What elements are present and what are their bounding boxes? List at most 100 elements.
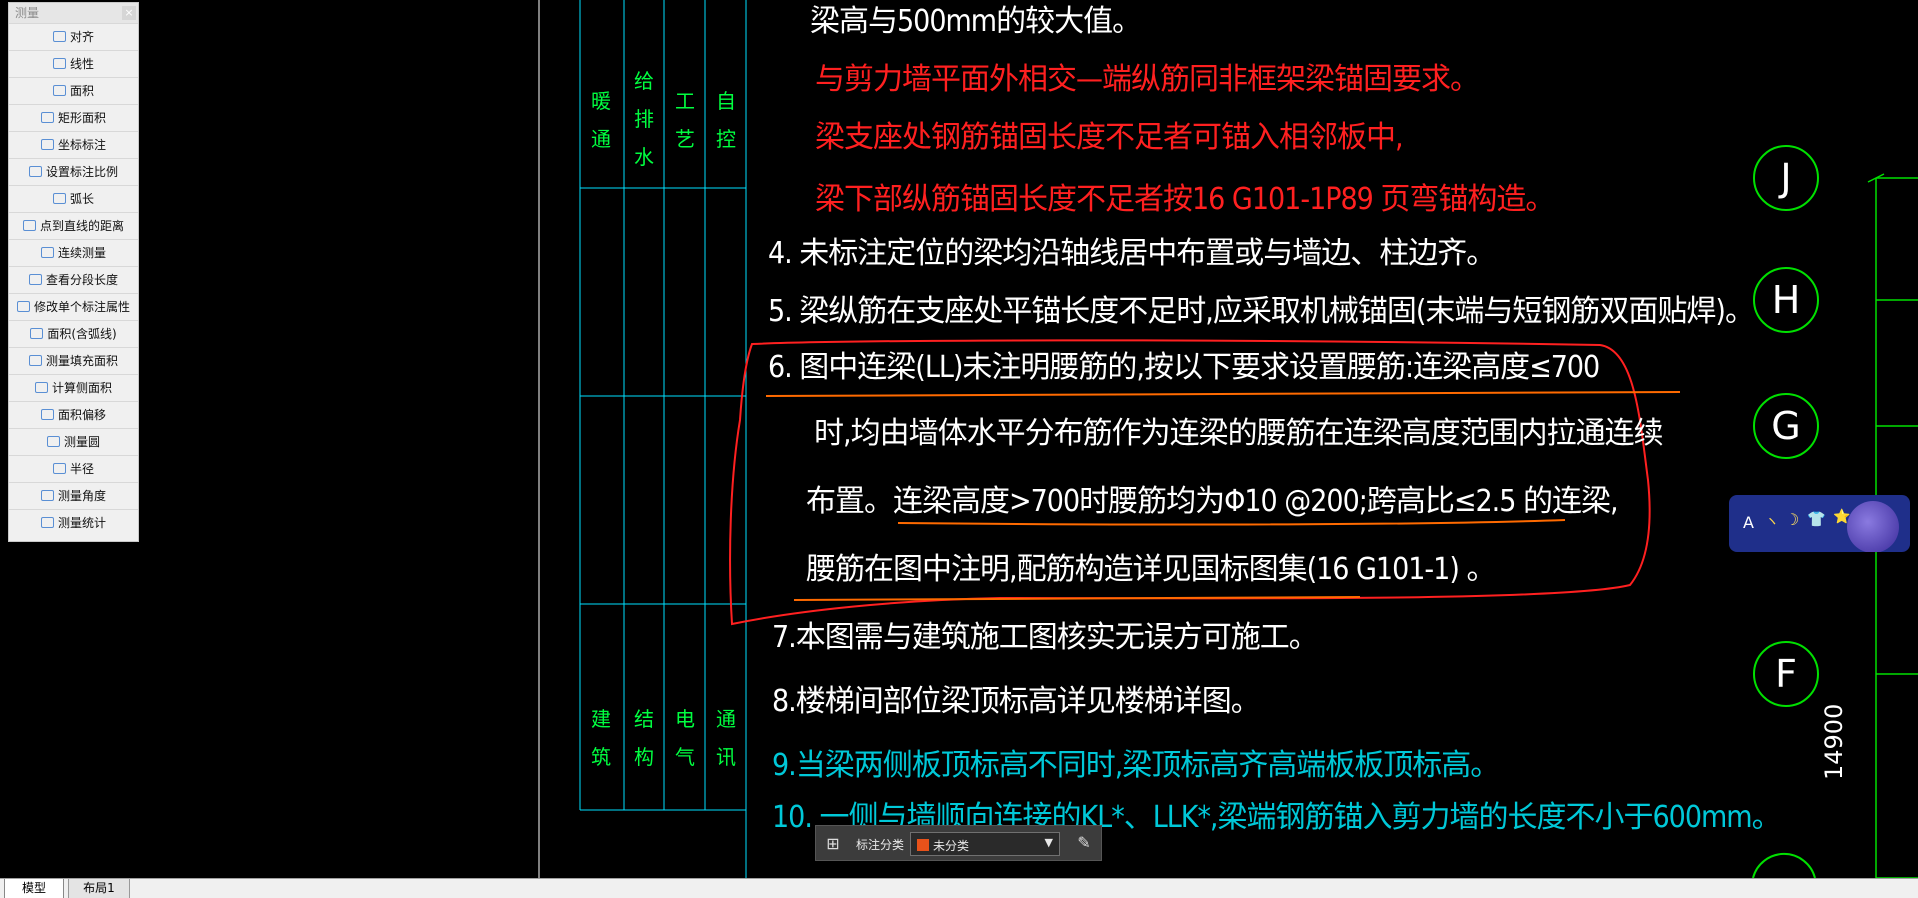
- character-avatar-icon: [1847, 501, 1899, 552]
- palette-item-label: 对齐: [69, 30, 94, 44]
- edit-icon[interactable]: ✎: [1075, 834, 1093, 852]
- palette-item[interactable]: 计算侧面积: [9, 374, 138, 401]
- continuous-measure-icon: [40, 247, 54, 258]
- palette-item[interactable]: 点到直线的距离: [9, 212, 138, 239]
- arc-area-icon: [30, 328, 44, 339]
- palette-item-label: 测量圆: [63, 435, 100, 449]
- palette-item-label: 面积: [69, 84, 94, 98]
- palette-item[interactable]: 面积: [9, 77, 138, 104]
- palette-item[interactable]: 线性: [9, 50, 138, 77]
- sig-hvac: 暖通: [591, 89, 611, 151]
- palette-item-label: 测量角度: [57, 489, 106, 503]
- note-line-10: 7.本图需与建筑施工图核实无误方可施工。: [772, 620, 1319, 655]
- segment-length-icon: [28, 274, 42, 285]
- palette-item-label: 点到直线的距离: [39, 219, 124, 233]
- side-area-icon: [34, 382, 48, 393]
- note-line-7: 时,均由墙体水平分布筋作为连梁的腰筋在连梁高度范围内拉通连续: [814, 416, 1664, 451]
- radius-icon: [52, 463, 66, 474]
- edit-dimension-icon: [16, 301, 30, 312]
- note-line-0: 梁高与500mm的较大值。: [810, 4, 1142, 39]
- linear-dimension-icon: [52, 58, 66, 69]
- palette-item[interactable]: 设置标注比例: [9, 158, 138, 185]
- palette-item[interactable]: 连续测量: [9, 239, 138, 266]
- palette-item-label: 设置标注比例: [45, 165, 118, 179]
- grid-bubble-j: J: [1753, 145, 1819, 211]
- palette-item[interactable]: 对齐: [9, 23, 138, 50]
- widget-letter-a: A: [1743, 513, 1754, 532]
- sig-electrical: 电气: [675, 707, 695, 769]
- layout-tab-bar: 模型 布局1: [0, 878, 1918, 898]
- palette-item[interactable]: 弧长: [9, 185, 138, 212]
- scale-icon: [28, 166, 42, 177]
- align-dimension-icon: [52, 31, 66, 42]
- shirt-icon: 👕: [1807, 510, 1826, 528]
- drawing-canvas[interactable]: 暖通 给排水 工艺 自控 建筑 结构 电气 通讯 梁高与500mm的较大值。 与…: [0, 0, 1918, 878]
- sig-process: 工艺: [675, 89, 695, 151]
- note-line-1: 与剪力墙平面外相交—端纵筋同非框架梁锚固要求。: [815, 62, 1480, 97]
- measure-palette: 测量 × 对齐线性面积矩形面积坐标标注设置标注比例 弧长点到直线的距离 连续测量查看…: [8, 2, 139, 542]
- palette-item-label: 坐标标注: [57, 138, 106, 152]
- hatch-area-icon: [28, 355, 42, 366]
- category-selected-value: 未分类: [933, 839, 970, 853]
- coordinate-icon: [40, 139, 54, 150]
- note-line-2: 梁支座处钢筋锚固长度不足者可锚入相邻板中,: [815, 120, 1404, 155]
- annotation-category-bar: ⊞ 标注分类 未分类 ▼ ✎: [815, 825, 1102, 861]
- palette-item-label: 矩形面积: [57, 111, 106, 125]
- close-icon[interactable]: ×: [122, 6, 136, 20]
- floating-assistant-widget[interactable]: A ヽ ☽ 👕 ⭐: [1729, 495, 1910, 552]
- sig-plumbing: 给排水: [634, 69, 654, 169]
- palette-item[interactable]: 修改单个标注属性: [9, 293, 138, 320]
- note-line-5: 5. 梁纵筋在支座处平锚长度不足时,应采取机械锚固(末端与短钢筋双面贴焊)。: [768, 294, 1755, 329]
- palette-item[interactable]: 测量角度: [9, 482, 138, 509]
- note-line-3: 梁下部纵筋锚固长度不足者按16 G101-1P89 页弯锚构造。: [815, 182, 1555, 217]
- grid-bubble-g: G: [1753, 393, 1819, 459]
- grid-view-icon[interactable]: ⊞: [824, 835, 842, 853]
- palette-item[interactable]: 测量填充面积: [9, 347, 138, 374]
- note-line-8: 布置。连梁高度>700时腰筋均为Φ10 @200;跨高比≤2.5 的连梁,: [806, 484, 1619, 519]
- moon-icon: ☽: [1785, 510, 1800, 529]
- palette-item-label: 弧长: [69, 192, 94, 206]
- point-line-distance-icon: [22, 220, 36, 231]
- palette-item[interactable]: 矩形面积: [9, 104, 138, 131]
- palette-item[interactable]: 面积(含弧线): [9, 320, 138, 347]
- dimension-text: 14900: [1820, 703, 1848, 780]
- palette-item[interactable]: 测量圆: [9, 428, 138, 455]
- palette-item-label: 连续测量: [57, 246, 106, 260]
- annotation-category-select[interactable]: 未分类 ▼: [910, 832, 1060, 856]
- note-line-6: 6. 图中连梁(LL)未注明腰筋的,按以下要求设置腰筋:连梁高度≤700: [768, 350, 1600, 385]
- area-icon: [52, 85, 66, 96]
- sig-control: 自控: [716, 89, 736, 151]
- palette-item-label: 查看分段长度: [45, 273, 118, 287]
- rect-area-icon: [40, 112, 54, 123]
- palette-item[interactable]: 半径: [9, 455, 138, 482]
- area-offset-icon: [40, 409, 54, 420]
- palette-item[interactable]: 面积偏移: [9, 401, 138, 428]
- grid-bubble-h: H: [1753, 267, 1819, 333]
- tab-layout1[interactable]: 布局1: [68, 879, 130, 898]
- palette-item-label: 修改单个标注属性: [33, 300, 130, 314]
- grid-bubble-f: F: [1753, 641, 1819, 707]
- angle-icon: [40, 490, 54, 501]
- sig-architecture: 建筑: [591, 707, 611, 769]
- palette-title[interactable]: 测量 ×: [9, 3, 138, 23]
- note-line-12: 9.当梁两侧板顶标高不同时,梁顶标高齐高端板板顶标高。: [772, 748, 1500, 783]
- annotation-category-label: 标注分类: [856, 838, 905, 852]
- sparkle-icon: ヽ: [1765, 514, 1779, 530]
- note-line-11: 8.楼梯间部位梁顶标高详见楼梯详图。: [772, 684, 1261, 719]
- note-line-4: 4. 未标注定位的梁均沿轴线居中布置或与墙边、柱边齐。: [768, 236, 1496, 271]
- palette-title-text: 测量: [15, 6, 40, 20]
- palette-item[interactable]: 查看分段长度: [9, 266, 138, 293]
- tab-model[interactable]: 模型: [4, 879, 64, 898]
- palette-item[interactable]: 测量统计: [9, 509, 138, 536]
- palette-item-label: 测量填充面积: [45, 354, 118, 368]
- sig-structure: 结构: [634, 707, 654, 769]
- palette-item-label: 半径: [69, 462, 94, 476]
- statistics-icon: [40, 517, 54, 528]
- arc-length-icon: [52, 193, 66, 204]
- note-line-9: 腰筋在图中注明,配筋构造详见国标图集(16 G101-1) 。: [806, 552, 1496, 587]
- sig-telecom: 通讯: [716, 707, 736, 769]
- category-color-swatch: [917, 839, 929, 851]
- palette-item[interactable]: 坐标标注: [9, 131, 138, 158]
- palette-item-label: 线性: [69, 57, 94, 71]
- palette-item-label: 面积(含弧线): [47, 327, 117, 341]
